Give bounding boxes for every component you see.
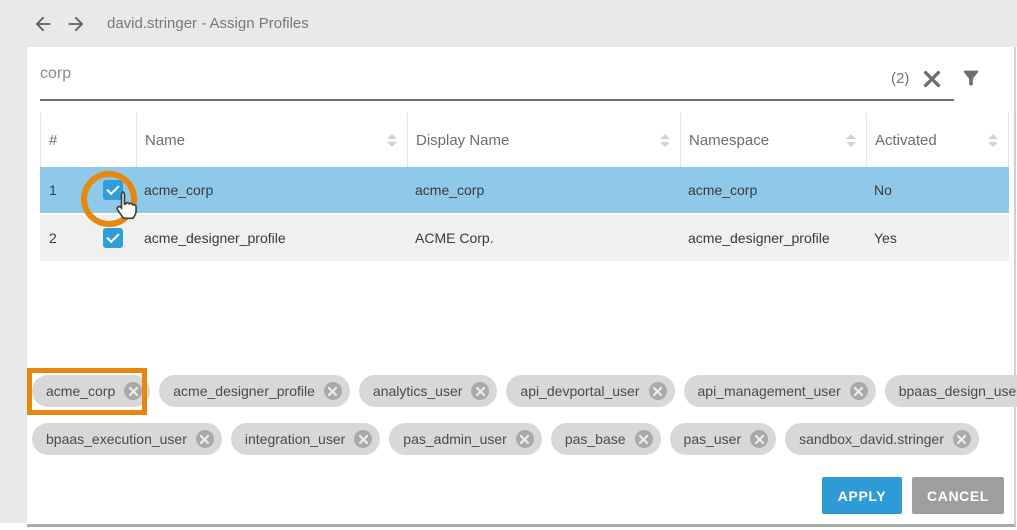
row-number: 1 [49, 182, 103, 198]
filter-icon[interactable] [960, 67, 982, 89]
profiles-table: # Name Display Name Namespace Activated [40, 113, 1009, 263]
assigned-profiles-row-2: bpaas_execution_user integration_user pa… [32, 423, 979, 455]
cell-name: acme_corp [136, 182, 407, 198]
profile-chip: api_devportal_user [506, 375, 674, 407]
profile-chip: acme_corp [32, 375, 150, 407]
remove-chip-icon[interactable] [649, 382, 667, 400]
remove-chip-icon[interactable] [471, 382, 489, 400]
page-title: david.stringer - Assign Profiles [107, 15, 309, 32]
search-bar: (2) [27, 47, 1014, 113]
clear-search-icon[interactable] [921, 68, 943, 90]
remove-chip-icon[interactable] [354, 430, 372, 448]
assign-profiles-window: david.stringer - Assign Profiles (2) # N… [0, 0, 1017, 530]
row-number: 2 [49, 230, 103, 246]
column-header-display-name: Display Name [407, 113, 680, 167]
cell-namespace: acme_corp [680, 182, 866, 198]
cell-name: acme_designer_profile [136, 230, 407, 246]
cell-namespace: acme_designer_profile [680, 230, 866, 246]
window-header: david.stringer - Assign Profiles [0, 0, 1017, 47]
cell-activated: No [866, 182, 1009, 198]
column-header-name: Name [136, 113, 407, 167]
cell-activated: Yes [866, 230, 1009, 246]
profile-chip: pas_admin_user [389, 423, 542, 455]
profile-chip: bpaas_design_user [885, 375, 1017, 407]
row-checkbox[interactable] [103, 180, 123, 200]
remove-chip-icon[interactable] [750, 430, 768, 448]
remove-chip-icon[interactable] [324, 382, 342, 400]
apply-button[interactable]: APPLY [822, 477, 902, 514]
remove-chip-icon[interactable] [850, 382, 868, 400]
column-header-activated: Activated [866, 113, 1009, 167]
profile-chip: acme_designer_profile [159, 375, 350, 407]
profile-chip: pas_base [551, 423, 661, 455]
table-row[interactable]: 1 acme_corp acme_corp acme_corp No [40, 167, 1009, 215]
column-header-namespace: Namespace [680, 113, 866, 167]
cancel-button[interactable]: CANCEL [912, 477, 1004, 514]
result-count: (2) [891, 70, 909, 87]
back-arrow-icon[interactable] [32, 13, 54, 35]
profile-chip: analytics_user [359, 375, 498, 407]
remove-chip-icon[interactable] [953, 430, 971, 448]
profile-chip: bpaas_execution_user [32, 423, 222, 455]
remove-chip-icon[interactable] [635, 430, 653, 448]
forward-arrow-icon[interactable] [65, 13, 87, 35]
profile-chip: pas_user [670, 423, 777, 455]
sort-icon[interactable] [387, 134, 397, 147]
remove-chip-icon[interactable] [516, 430, 534, 448]
profile-chip: sandbox_david.stringer [785, 423, 979, 455]
table-header-row: # Name Display Name Namespace Activated [40, 113, 1009, 167]
remove-chip-icon[interactable] [196, 430, 214, 448]
left-margin [0, 47, 27, 523]
search-underline [40, 99, 954, 101]
cell-display-name: acme_corp [407, 182, 680, 198]
profile-chip: api_management_user [684, 375, 876, 407]
column-header-number: # [40, 113, 136, 167]
row-checkbox[interactable] [103, 228, 123, 248]
remove-chip-icon[interactable] [124, 382, 142, 400]
cell-display-name: ACME Corp. [407, 230, 680, 246]
assign-profiles-dialog: (2) # Name Display Name [27, 47, 1016, 527]
assigned-profiles-row-1: acme_corp acme_designer_profile analytic… [32, 375, 1017, 407]
table-row[interactable]: 2 acme_designer_profile ACME Corp. acme_… [40, 215, 1009, 263]
sort-icon[interactable] [988, 134, 998, 147]
profile-chip: integration_user [231, 423, 380, 455]
search-input[interactable] [40, 65, 900, 83]
sort-icon[interactable] [660, 134, 670, 147]
sort-icon[interactable] [846, 134, 856, 147]
